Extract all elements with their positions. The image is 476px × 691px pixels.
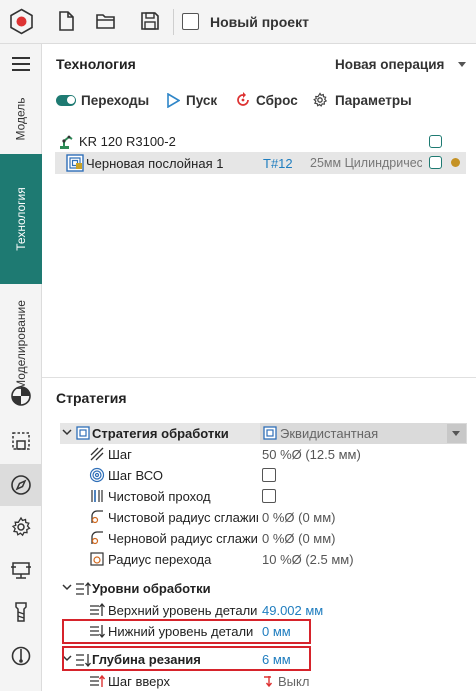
property-step[interactable]: Шаг 50 %Ø (12.5 мм) (60, 444, 468, 465)
toggle-icon[interactable] (56, 94, 76, 106)
menu-icon[interactable] (12, 57, 30, 71)
reset-button[interactable]: Сброс (235, 90, 298, 110)
visibility-checkbox[interactable] (429, 135, 442, 148)
tool-number: T#12 (263, 155, 293, 171)
property-finish-pass[interactable]: Чистовой проход (60, 486, 468, 507)
property-value[interactable]: Выкл (278, 674, 309, 689)
property-name: Шаг (108, 447, 132, 462)
chevron-down-icon[interactable] (62, 582, 72, 592)
property-name: Шаг ВСО (108, 468, 163, 483)
transitions-label: Переходы (81, 92, 150, 108)
toolbar-separator (173, 9, 174, 35)
workpiece-icon[interactable] (10, 430, 32, 452)
origin-icon[interactable] (10, 645, 32, 667)
radius-icon (91, 531, 103, 545)
transitions-button[interactable]: Переходы (56, 90, 149, 110)
start-button[interactable]: Пуск (166, 90, 217, 110)
reset-icon (237, 92, 249, 106)
tool-description: 25мм Цилиндрическая (310, 156, 422, 170)
tab-modeling-label: Моделирование (14, 300, 29, 390)
chevron-down-icon[interactable] (458, 62, 466, 67)
parameters-button[interactable]: Параметры (312, 90, 412, 110)
reset-label: Сброс (256, 92, 298, 108)
radius-icon (91, 510, 103, 524)
compass-tab[interactable] (0, 464, 42, 506)
hsc-step-checkbox[interactable] (262, 468, 276, 482)
step-up-icon (90, 674, 105, 687)
start-label: Пуск (186, 92, 218, 108)
tab-model-label: Модель (14, 97, 29, 141)
robot-icon (60, 135, 73, 149)
tree-item-label: KR 120 R3100-2 (79, 133, 176, 149)
finish-pass-checkbox[interactable] (262, 489, 276, 503)
finish-pass-icon (91, 490, 103, 502)
levels-icon (76, 581, 91, 595)
gear-icon (313, 92, 328, 107)
new-file-icon[interactable] (55, 10, 77, 32)
property-group-levels[interactable]: Уровни обработки (60, 578, 468, 599)
parameters-label: Параметры (335, 92, 412, 108)
top-level-icon (90, 602, 105, 616)
tab-technology[interactable]: Технология (0, 154, 42, 284)
transition-radius-icon (90, 552, 104, 566)
property-hsc-step[interactable]: Шаг ВСО (60, 465, 468, 486)
property-value[interactable]: 0 %Ø (0 мм) (262, 510, 336, 525)
tree-item-operation[interactable]: Черновая послойная 1 T#12 25мм Цилиндрич… (55, 152, 466, 174)
property-rough-smoothing-radius[interactable]: Черновой радиус сглаживания 0 %Ø (0 мм) (60, 528, 468, 549)
status-dot (451, 158, 460, 167)
strategy-dropdown-button[interactable] (447, 424, 466, 443)
highlight-box (62, 619, 311, 644)
property-strategy-type[interactable]: Стратегия обработки Эквидистантная (60, 423, 468, 444)
save-icon[interactable] (139, 10, 161, 32)
property-name: Черновой радиус сглаживания (108, 531, 258, 546)
property-name: Шаг вверх (108, 674, 170, 689)
tree-item-label: Черновая послойная 1 (86, 155, 224, 171)
new-operation-button[interactable]: Новая операция (335, 57, 444, 72)
tab-modeling[interactable]: Моделирование (0, 290, 42, 400)
property-value[interactable]: 10 %Ø (2.5 мм) (262, 552, 354, 567)
property-step-up[interactable]: Шаг вверх Выкл (60, 671, 468, 691)
tab-model[interactable]: Модель (0, 86, 42, 152)
visibility-checkbox[interactable] (429, 156, 442, 169)
tool-icon[interactable] (10, 601, 32, 623)
property-value[interactable]: 50 %Ø (12.5 мм) (262, 447, 361, 462)
project-checkbox[interactable] (182, 13, 199, 30)
chevron-down-icon[interactable] (62, 427, 72, 437)
panel-divider (42, 377, 476, 378)
property-name: Чистовой радиус сглаживания (108, 510, 258, 525)
off-arrow-icon (264, 676, 273, 688)
strategy-title: Стратегия (56, 390, 127, 406)
highlight-box (62, 646, 311, 671)
left-rail: Модель Технология Моделирование (0, 44, 42, 691)
equidistant-icon (263, 426, 277, 440)
property-value[interactable]: 49.002 мм (262, 603, 323, 618)
property-top-level[interactable]: Верхний уровень детали 49.002 мм (60, 600, 468, 621)
tab-technology-label: Технология (14, 187, 28, 251)
part-view-icon[interactable] (10, 385, 32, 407)
property-transition-radius[interactable]: Радиус перехода 10 %Ø (2.5 мм) (60, 549, 468, 570)
play-icon (167, 92, 180, 108)
settings-gear-icon[interactable] (10, 516, 32, 538)
strategy-icon (76, 426, 90, 440)
spiral-icon (89, 467, 105, 483)
property-name: Чистовой проход (108, 489, 211, 504)
property-finish-smoothing-radius[interactable]: Чистовой радиус сглаживания 0 %Ø (0 мм) (60, 507, 468, 528)
step-icon (90, 447, 104, 461)
roughing-operation-icon (66, 154, 84, 172)
machine-icon[interactable] (10, 559, 32, 581)
property-name: Радиус перехода (108, 552, 212, 567)
top-toolbar: Новый проект (0, 0, 476, 44)
tree-item-robot[interactable]: KR 120 R3100-2 (55, 130, 466, 152)
strategy-select[interactable]: Эквидистантная (280, 426, 378, 441)
property-name: Уровни обработки (92, 581, 211, 596)
app-logo-icon[interactable] (8, 8, 35, 35)
compass-icon (11, 475, 31, 495)
project-title: Новый проект (210, 14, 309, 30)
property-name: Стратегия обработки (92, 426, 229, 441)
property-name: Верхний уровень детали (108, 603, 258, 618)
open-folder-icon[interactable] (95, 10, 117, 32)
property-value[interactable]: 0 %Ø (0 мм) (262, 531, 336, 546)
technology-title: Технология (56, 56, 136, 72)
